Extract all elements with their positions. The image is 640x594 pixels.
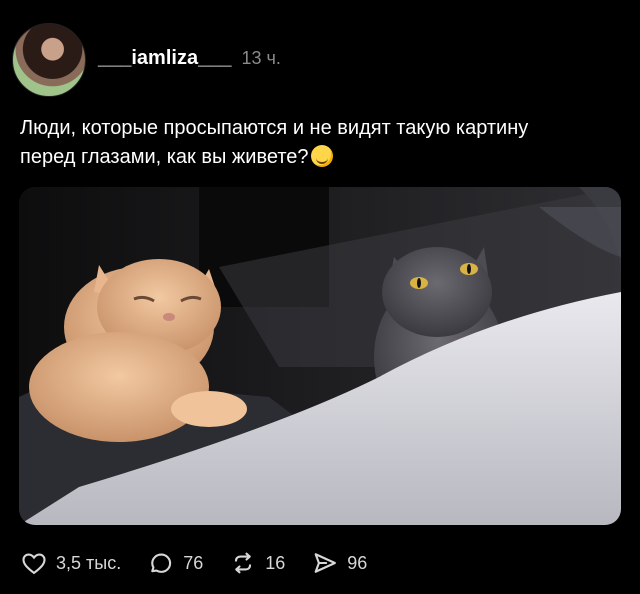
user-info: ___iamliza___ 13 ч. <box>98 47 281 70</box>
post-time: 13 ч. <box>241 47 281 68</box>
heart-icon <box>22 553 46 575</box>
repost-button[interactable]: 16 <box>229 549 285 577</box>
repost-count: 16 <box>265 552 286 573</box>
post-text-line-2: перед глазами, как вы живете? <box>20 146 309 168</box>
laughing-emoji-icon <box>310 145 333 167</box>
comment-button[interactable]: 76 <box>147 549 203 577</box>
like-count: 3,5 тыс. <box>56 552 122 573</box>
share-button[interactable]: 96 <box>311 549 367 577</box>
post-actions: 3,5 тыс. 76 16 96 <box>20 545 367 581</box>
username[interactable]: ___iamliza___ <box>98 47 231 70</box>
comment-icon <box>151 553 172 573</box>
post-photo[interactable] <box>19 187 621 525</box>
post-header: ___iamliza___ 13 ч. <box>12 22 281 98</box>
share-count: 96 <box>347 552 368 573</box>
comment-count: 76 <box>183 552 204 573</box>
post-text-line-1: Люди, которые просыпаются и не видят так… <box>20 117 529 139</box>
send-icon <box>314 553 337 573</box>
avatar[interactable] <box>12 23 86 97</box>
cats-photo-illustration <box>19 187 621 525</box>
repost-icon <box>235 552 252 574</box>
post-text: Люди, которые просыпаются и не видят так… <box>20 114 620 172</box>
like-button[interactable]: 3,5 тыс. <box>20 549 121 577</box>
